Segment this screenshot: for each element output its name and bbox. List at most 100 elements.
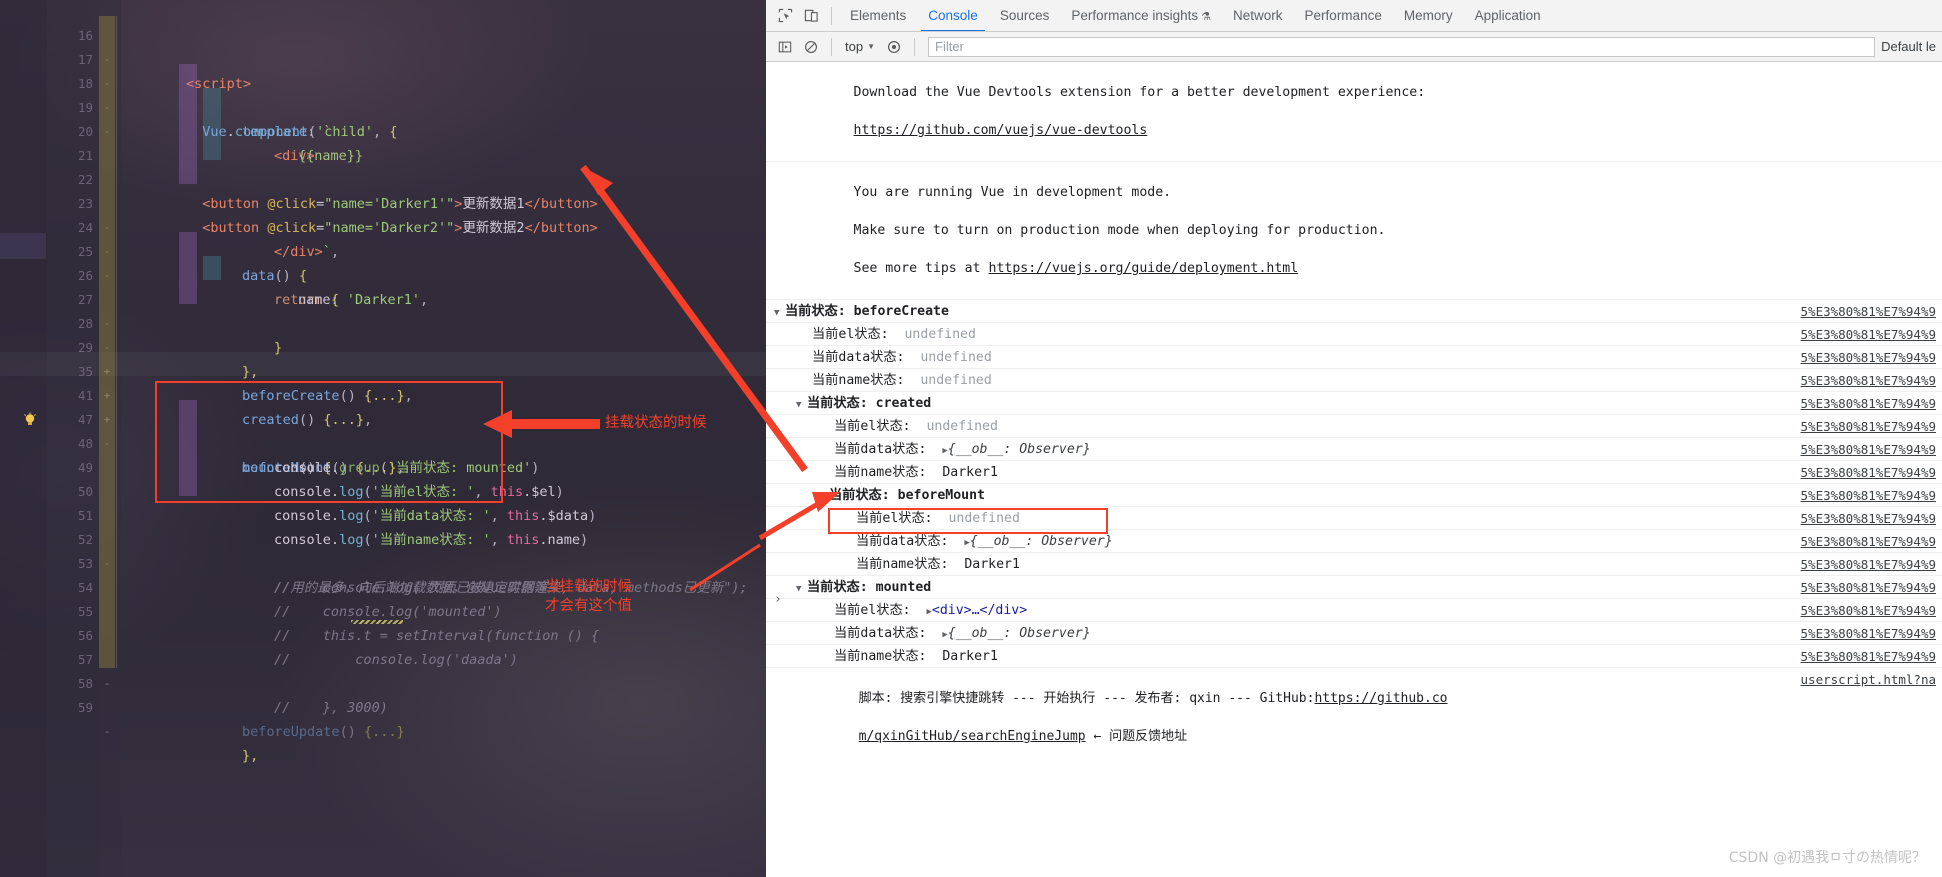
source-link[interactable]: 5%E3%80%81%E7%94%9	[1801, 415, 1936, 438]
tab-memory[interactable]: Memory	[1393, 0, 1464, 31]
fold-marker[interactable]: -	[101, 672, 113, 696]
collapse-arrow-icon[interactable]: ▼	[818, 486, 829, 509]
source-link[interactable]: 5%E3%80%81%E7%94%9	[1801, 507, 1936, 530]
code-line-29[interactable]: 29 + beforeCreate() {...},	[78, 312, 766, 404]
row-value[interactable]: {__ob__: Observer}	[948, 442, 1091, 457]
console-group-mounted[interactable]: ▼ 当前状态: mounted 5%E3%80%81%E7%94%9	[766, 576, 1942, 599]
console-row[interactable]: 当前data状态: ▶{__ob__: Observer} 5%E3%80%81…	[766, 438, 1942, 461]
row-label: 当前name状态:	[834, 465, 927, 480]
row-label: 当前name状态:	[834, 649, 927, 664]
console-group-created[interactable]: ▼ 当前状态: created 5%E3%80%81%E7%94%9	[766, 392, 1942, 415]
line-number: 16	[77, 28, 93, 43]
collapse-arrow-icon[interactable]: ▼	[796, 394, 807, 417]
line-number: 55	[77, 604, 93, 619]
console-row[interactable]: 当前name状态: Darker1 5%E3%80%81%E7%94%9	[766, 553, 1942, 576]
source-link[interactable]: 5%E3%80%81%E7%94%9	[1801, 300, 1936, 323]
collapse-arrow-icon[interactable]: ▼	[796, 578, 807, 601]
row-label: 当前el状态:	[834, 603, 911, 618]
vue-devtools-link[interactable]: https://github.com/vuejs/vue-devtools	[854, 123, 1148, 138]
row-value[interactable]: {__ob__: Observer}	[948, 626, 1091, 641]
console-row[interactable]: 当前name状态: Darker1 5%E3%80%81%E7%94%9	[766, 461, 1942, 484]
source-link[interactable]: 5%E3%80%81%E7%94%9	[1801, 323, 1936, 346]
code-text: <script>	[186, 76, 252, 92]
line-number: 35	[77, 364, 93, 379]
console-message-vue-devtools[interactable]: Download the Vue Devtools extension for …	[766, 62, 1942, 162]
console-row[interactable]: 当前el状态: undefined 5%E3%80%81%E7%94%9	[766, 323, 1942, 346]
line-number: 17	[77, 52, 93, 67]
console-row[interactable]: 当前name状态: Darker1 5%E3%80%81%E7%94%9	[766, 645, 1942, 668]
console-output[interactable]: Download the Vue Devtools extension for …	[766, 62, 1942, 877]
console-context-selector[interactable]: top ▼	[839, 39, 881, 54]
inspect-element-icon[interactable]	[772, 4, 798, 28]
tab-console[interactable]: Console	[917, 0, 989, 31]
source-link[interactable]: 5%E3%80%81%E7%94%9	[1801, 346, 1936, 369]
source-link[interactable]: 5%E3%80%81%E7%94%9	[1801, 438, 1936, 461]
collapse-arrow-icon[interactable]: ▼	[774, 302, 785, 325]
console-row[interactable]: 当前data状态: undefined 5%E3%80%81%E7%94%9	[766, 346, 1942, 369]
source-link-userscript[interactable]: userscript.html?na	[1801, 670, 1936, 689]
code-line-49[interactable]: 49 console.log('当前el状态: ', this.$el)	[78, 432, 766, 500]
row-value[interactable]: {__ob__: Observer}	[970, 534, 1113, 549]
code-line-18[interactable]: 18 - template: `	[78, 48, 766, 140]
device-toolbar-icon[interactable]	[798, 4, 824, 28]
console-level-selector[interactable]: Default le	[1881, 39, 1942, 54]
source-link[interactable]: 5%E3%80%81%E7%94%9	[1801, 369, 1936, 392]
console-message-vue-devmode[interactable]: You are running Vue in development mode.…	[766, 162, 1942, 300]
editor-context-tab[interactable]	[0, 233, 46, 259]
fold-marker[interactable]: -	[101, 720, 113, 744]
clear-console-icon[interactable]	[798, 35, 824, 59]
row-label: 当前data状态:	[834, 442, 927, 457]
tab-elements[interactable]: Elements	[839, 0, 917, 31]
source-link[interactable]: 5%E3%80%81%E7%94%9	[1801, 576, 1936, 599]
console-row[interactable]: 当前name状态: undefined 5%E3%80%81%E7%94%9	[766, 369, 1942, 392]
console-filter-input[interactable]	[928, 36, 1876, 57]
code-text: },	[242, 748, 259, 764]
code-line-17[interactable]: 17 - Vue.component('child', {	[78, 24, 766, 140]
editor-code-area[interactable]: 16 - <script> 17 - Vue.component('child'…	[0, 0, 766, 877]
console-group-beforeCreate[interactable]: ▼ 当前状态: beforeCreate 5%E3%80%81%E7%94%9	[766, 300, 1942, 323]
tab-performance[interactable]: Performance	[1294, 0, 1393, 31]
line-number: 59	[77, 700, 93, 715]
message-line-3-prefix: See more tips at	[853, 261, 989, 276]
source-link[interactable]: 5%E3%80%81%E7%94%9	[1801, 530, 1936, 553]
console-message-userscript[interactable]: 脚本: 搜索引擎快捷跳转 --- 开始执行 --- 发布者: qxin --- …	[766, 668, 1942, 767]
console-sidebar-icon[interactable]	[772, 35, 798, 59]
source-link[interactable]: 5%E3%80%81%E7%94%9	[1801, 645, 1936, 668]
code-line-16[interactable]: 16 - <script>	[78, 0, 766, 92]
source-link[interactable]: 5%E3%80%81%E7%94%9	[1801, 392, 1936, 415]
live-expression-icon[interactable]	[881, 35, 907, 59]
row-value: Darker1	[942, 465, 998, 480]
console-row[interactable]: 当前el状态: undefined 5%E3%80%81%E7%94%9	[766, 415, 1942, 438]
source-link[interactable]: 5%E3%80%81%E7%94%9	[1801, 622, 1936, 645]
code-line-54[interactable]: 54 // console.log('mounted')	[78, 552, 766, 620]
row-label: 当前data状态:	[812, 350, 905, 365]
line-number: 57	[77, 652, 93, 667]
tab-sources[interactable]: Sources	[989, 0, 1061, 31]
vue-deployment-link[interactable]: https://vuejs.org/guide/deployment.html	[989, 261, 1299, 276]
line-number: 50	[77, 484, 93, 499]
source-link[interactable]: 5%E3%80%81%E7%94%9	[1801, 599, 1936, 622]
line-number: 54	[77, 580, 93, 595]
row-value: Darker1	[964, 557, 1020, 572]
source-link[interactable]: 5%E3%80%81%E7%94%9	[1801, 553, 1936, 576]
intention-bulb-icon[interactable]	[22, 364, 38, 425]
source-link[interactable]: 5%E3%80%81%E7%94%9	[1801, 484, 1936, 507]
group-title: beforeMount	[897, 488, 985, 503]
github-link-part-1[interactable]: https://github.co	[1314, 691, 1447, 706]
code-text: // console.log('mounted')	[274, 604, 502, 620]
tab-performance-insights[interactable]: Performance insights ⚗	[1060, 0, 1222, 31]
console-row[interactable]: 当前data状态: ▶{__ob__: Observer} 5%E3%80%81…	[766, 530, 1942, 553]
indent-guide-olive	[99, 16, 115, 668]
tab-application[interactable]: Application	[1464, 0, 1552, 31]
console-row[interactable]: 当前data状态: ▶{__ob__: Observer} 5%E3%80%81…	[766, 622, 1942, 645]
row-value[interactable]: <div>…</div>	[932, 603, 1027, 618]
source-link[interactable]: 5%E3%80%81%E7%94%9	[1801, 461, 1936, 484]
code-line-59[interactable]: 59 - },	[78, 672, 766, 764]
tab-network[interactable]: Network	[1222, 0, 1294, 31]
console-row-el-mounted[interactable]: 当前el状态: ▶<div>…</div> 5%E3%80%81%E7%94%9	[766, 599, 1942, 622]
console-row[interactable]: 当前el状态: undefined 5%E3%80%81%E7%94%9	[766, 507, 1942, 530]
row-label: 当前data状态:	[856, 534, 949, 549]
github-link-part-2[interactable]: m/qxinGitHub/searchEngineJump	[859, 729, 1086, 744]
console-group-beforeMount[interactable]: ▼ 当前状态: beforeMount 5%E3%80%81%E7%94%9	[766, 484, 1942, 507]
console-prompt[interactable]: ›	[774, 592, 782, 607]
